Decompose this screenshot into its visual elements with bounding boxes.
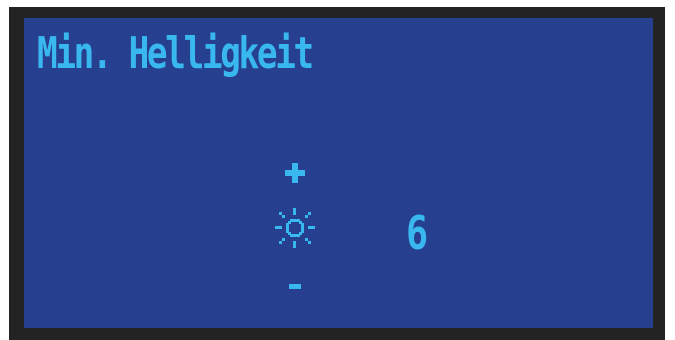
minus-icon	[289, 284, 301, 289]
decrease-brightness-button[interactable]	[282, 276, 308, 296]
lcd-screen: Min. Helligkeit 6	[24, 18, 653, 328]
increase-brightness-button[interactable]	[282, 160, 308, 186]
sun-icon	[273, 206, 317, 250]
plus-icon	[285, 163, 305, 183]
brightness-value: 6	[406, 206, 429, 260]
page-title: Min. Helligkeit	[37, 28, 314, 79]
